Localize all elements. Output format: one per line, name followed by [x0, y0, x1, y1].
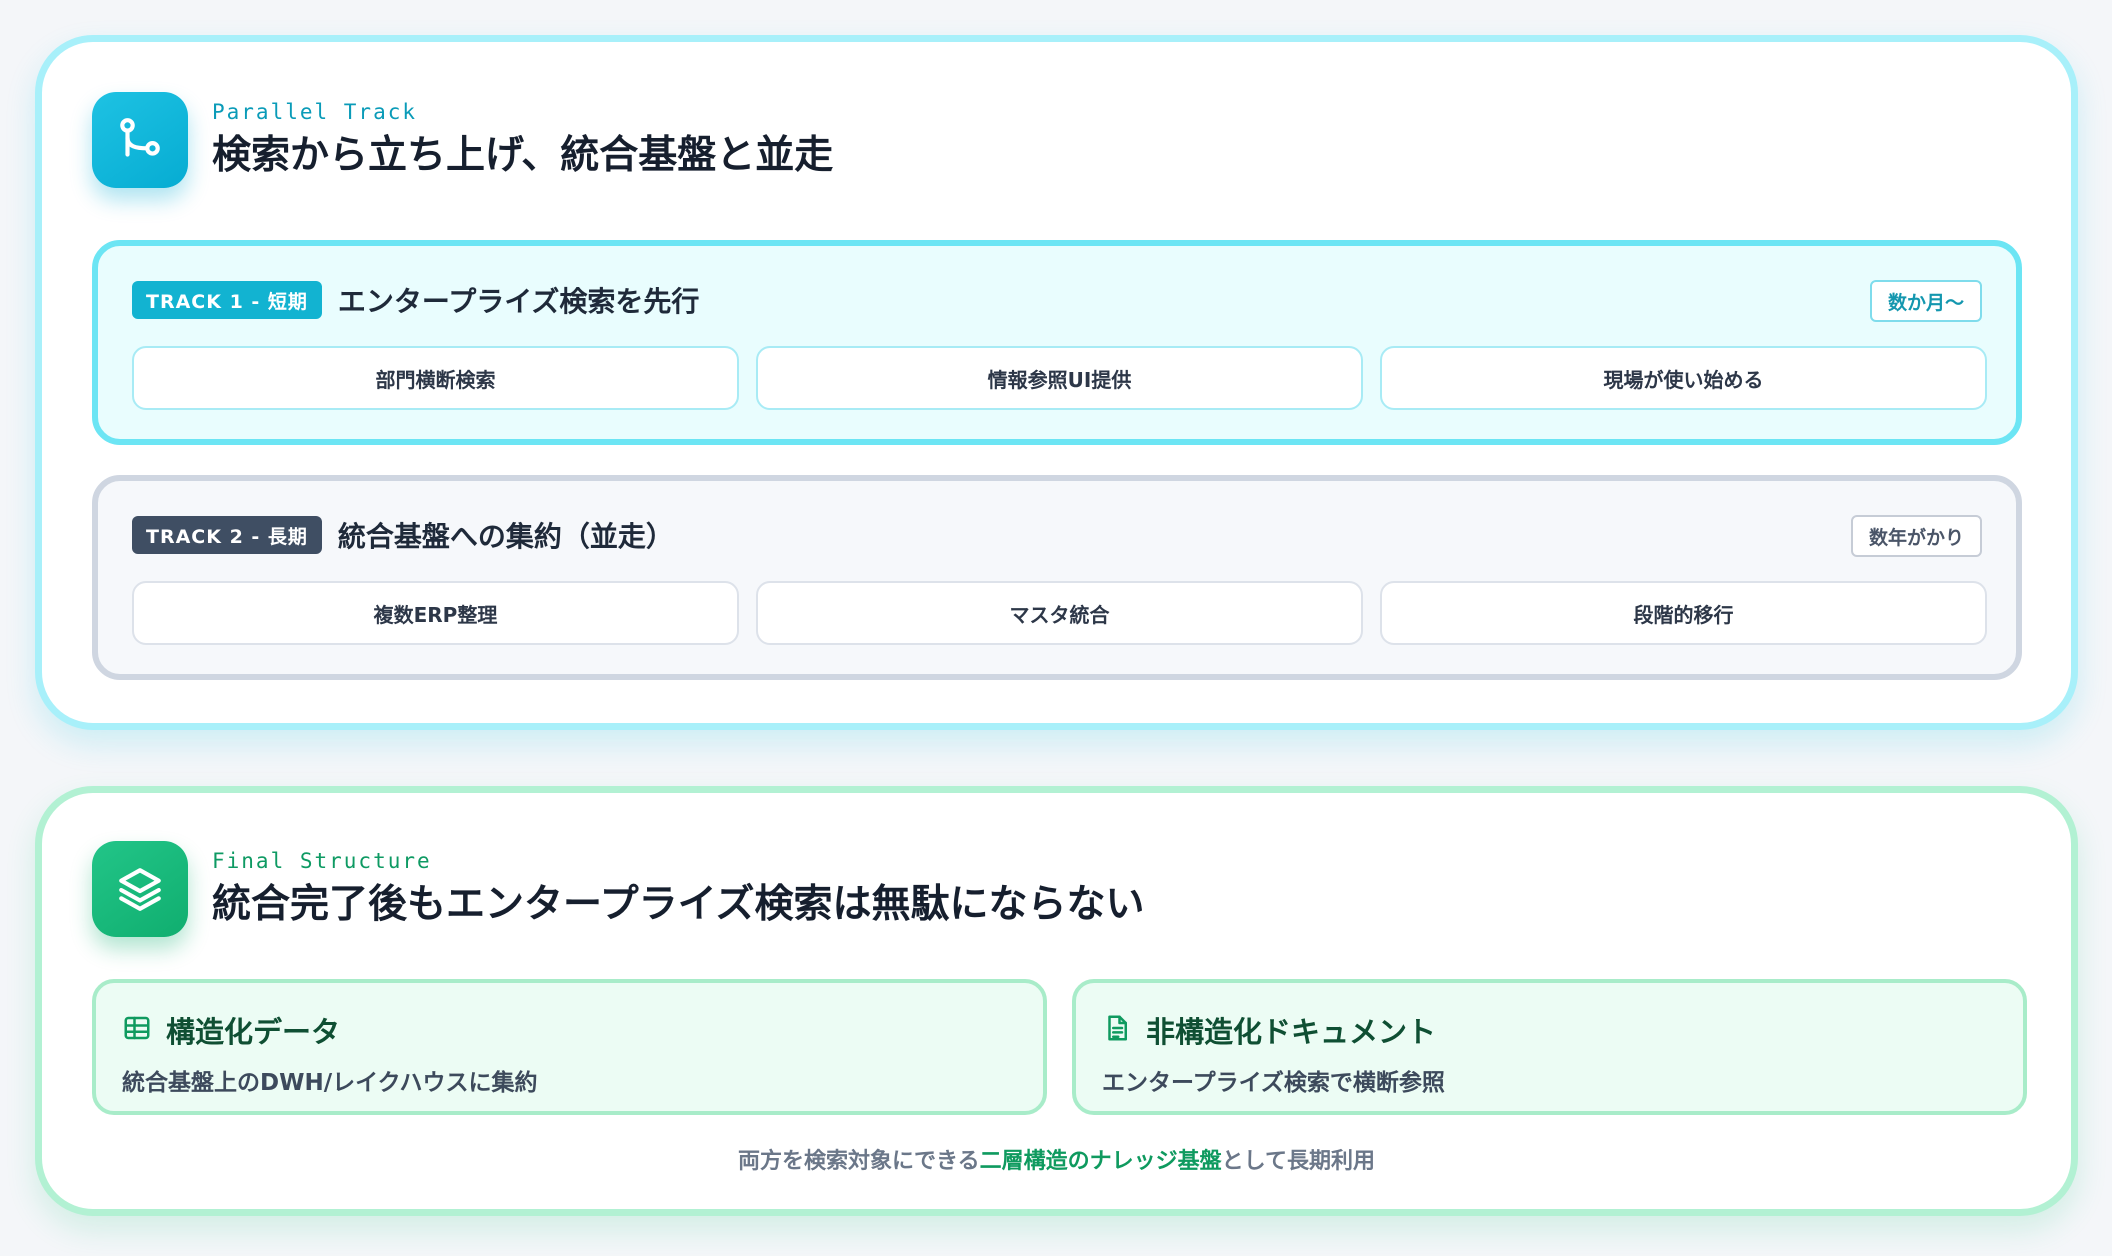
step-item: 複数ERP整理: [132, 581, 739, 645]
track-title: エンタープライズ検索を先行: [337, 285, 700, 318]
layer-description: エンタープライズ検索で横断参照: [1102, 1070, 1445, 1096]
section-eyebrow: Parallel Track: [212, 100, 418, 125]
summary-note-prefix: 両方を検索対象にできる: [738, 1149, 980, 1174]
duration-badge: 数年がかり: [1850, 515, 1982, 557]
parallel-track-header: Parallel Track 検索から立ち上げ、統合基盤と並走: [92, 92, 833, 188]
summary-note-highlight: 二層構造のナレッジ基盤: [979, 1149, 1222, 1174]
step-item: マスタ統合: [756, 581, 1363, 645]
final-structure-card: Final Structure 統合完了後もエンタープライズ検索は無駄にならない…: [35, 786, 2078, 1216]
layers-icon: [92, 841, 188, 937]
section-title: 統合完了後もエンタープライズ検索は無駄にならない: [212, 882, 1145, 928]
final-structure-header: Final Structure 統合完了後もエンタープライズ検索は無駄にならない: [92, 841, 1145, 937]
table-icon: [122, 1013, 152, 1047]
section-eyebrow: Final Structure: [212, 849, 432, 874]
parallel-track-card: Parallel Track 検索から立ち上げ、統合基盤と並走 TRACK 1 …: [35, 35, 2078, 730]
layer-title: 非構造化ドキュメント: [1146, 1015, 1437, 1049]
section-title: 検索から立ち上げ、統合基盤と並走: [212, 133, 834, 179]
document-icon: [1102, 1013, 1132, 1047]
step-item: 部門横断検索: [132, 346, 739, 410]
layer-title: 構造化データ: [166, 1015, 341, 1049]
track-steps: 複数ERP整理 マスタ統合 段階的移行: [132, 581, 1987, 645]
layer-description: 統合基盤上のDWH/レイクハウスに集約: [122, 1070, 538, 1096]
summary-note-suffix: として長期利用: [1221, 1149, 1375, 1174]
step-item: 現場が使い始める: [1380, 346, 1987, 410]
summary-note: 両方を検索対象にできる二層構造のナレッジ基盤として長期利用: [42, 1143, 2071, 1175]
track-tag: TRACK 2 - 長期: [132, 516, 322, 554]
track-steps: 部門横断検索 情報参照UI提供 現場が使い始める: [132, 346, 1987, 410]
track-title: 統合基盤への集約（並走）: [337, 520, 674, 553]
git-branch-icon: [92, 92, 188, 188]
duration-badge: 数か月〜: [1869, 280, 1982, 322]
step-item: 情報参照UI提供: [756, 346, 1363, 410]
step-item: 段階的移行: [1380, 581, 1987, 645]
structured-data-panel: 構造化データ 統合基盤上のDWH/レイクハウスに集約: [92, 979, 1047, 1115]
track-1-panel: TRACK 1 - 短期 エンタープライズ検索を先行 数か月〜 部門横断検索 情…: [92, 240, 2022, 445]
track-tag: TRACK 1 - 短期: [132, 281, 322, 319]
track-2-panel: TRACK 2 - 長期 統合基盤への集約（並走） 数年がかり 複数ERP整理 …: [92, 475, 2022, 680]
unstructured-docs-panel: 非構造化ドキュメント エンタープライズ検索で横断参照: [1072, 979, 2027, 1115]
